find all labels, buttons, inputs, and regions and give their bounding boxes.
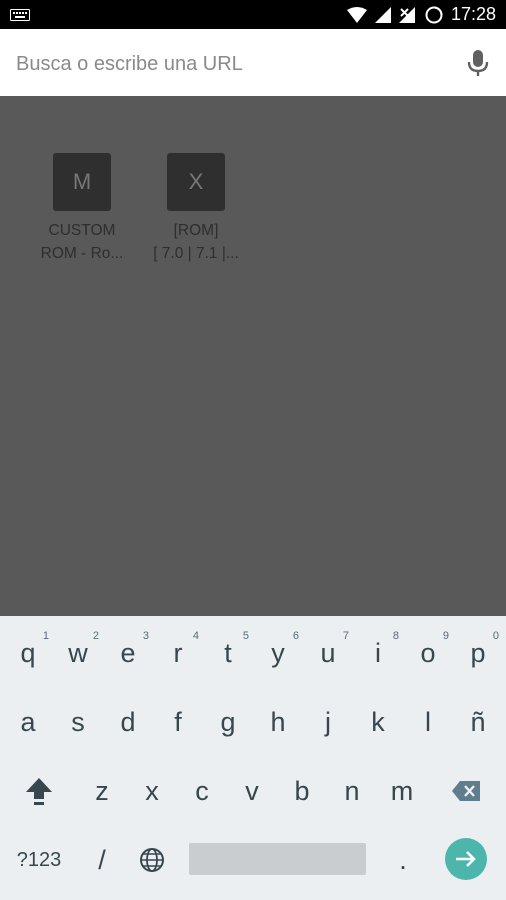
key-label: t — [224, 637, 232, 668]
most-visited-tile[interactable]: M CUSTOM ROM - Ro... — [27, 153, 137, 265]
key-label: i — [375, 637, 381, 668]
key-label: q — [20, 637, 36, 668]
key-n[interactable]: n — [327, 761, 377, 821]
key-d[interactable]: d — [103, 692, 153, 752]
symbols-key[interactable]: ?123 — [6, 830, 72, 890]
omnibox — [0, 29, 506, 96]
status-bar: 17:28 — [0, 0, 506, 29]
key-label: e — [120, 637, 136, 668]
key-hint: 8 — [392, 630, 399, 642]
shift-key[interactable] — [14, 761, 64, 821]
key-period[interactable]: . — [378, 830, 428, 890]
key-label: u — [320, 637, 336, 668]
key-hint: 1 — [42, 630, 49, 642]
spacebar[interactable] — [189, 843, 366, 875]
key-hint: 4 — [192, 630, 199, 642]
globe-icon — [140, 848, 164, 872]
key-r[interactable]: r4 — [153, 623, 203, 683]
key-j[interactable]: j — [303, 692, 353, 752]
key-z[interactable]: z — [77, 761, 127, 821]
url-search-input[interactable] — [14, 47, 448, 81]
key-label: o — [420, 637, 436, 668]
backspace-key[interactable] — [441, 761, 491, 821]
key-u[interactable]: u7 — [303, 623, 353, 683]
battery-charging-icon — [425, 6, 443, 23]
no-signal-icon — [398, 6, 415, 23]
wifi-icon — [346, 6, 367, 23]
tile-title: [ROM] [ 7.0 | 7.1 |... — [153, 222, 239, 262]
key-e[interactable]: e3 — [103, 623, 153, 683]
most-visited-tile[interactable]: X [ROM] [ 7.0 | 7.1 |... — [141, 153, 251, 265]
key-t[interactable]: t5 — [203, 623, 253, 683]
key-h[interactable]: h — [253, 692, 303, 752]
key-f[interactable]: f — [153, 692, 203, 752]
key-hint: 9 — [442, 630, 449, 642]
soft-keyboard: q1 w2 e3 r4 t5 y6 u7 i8 o9 p0 a s d f g … — [0, 616, 506, 900]
new-tab-content: M CUSTOM ROM - Ro... X [ROM] [ 7.0 | 7.1… — [0, 96, 506, 616]
key-s[interactable]: s — [53, 692, 103, 752]
key-slash[interactable]: / — [77, 830, 127, 890]
key-label: y — [271, 637, 285, 668]
backspace-icon — [452, 781, 480, 801]
key-w[interactable]: w2 — [53, 623, 103, 683]
shift-icon — [26, 778, 52, 805]
key-a[interactable]: a — [3, 692, 53, 752]
key-hint: 6 — [292, 630, 299, 642]
key-x[interactable]: x — [127, 761, 177, 821]
key-m[interactable]: m — [377, 761, 427, 821]
key-hint: 2 — [92, 630, 99, 642]
key-k[interactable]: k — [353, 692, 403, 752]
key-c[interactable]: c — [177, 761, 227, 821]
cell-signal-icon — [374, 6, 391, 23]
key-i[interactable]: i8 — [353, 623, 403, 683]
key-p[interactable]: p0 — [453, 623, 503, 683]
language-key[interactable] — [127, 830, 177, 890]
key-label: w — [68, 637, 88, 668]
key-g[interactable]: g — [203, 692, 253, 752]
key-n-tilde[interactable]: ñ — [453, 692, 503, 752]
key-hint: 5 — [242, 630, 249, 642]
key-b[interactable]: b — [277, 761, 327, 821]
key-hint: 0 — [492, 630, 499, 642]
key-y[interactable]: y6 — [253, 623, 303, 683]
tile-icon: X — [167, 153, 225, 211]
tile-title: CUSTOM ROM - Ro... — [40, 222, 124, 262]
mic-icon[interactable] — [466, 48, 490, 78]
key-q[interactable]: q1 — [3, 623, 53, 683]
key-label: p — [470, 637, 486, 668]
key-label: r — [173, 637, 183, 668]
clock: 17:28 — [450, 4, 496, 24]
enter-key[interactable] — [445, 838, 487, 880]
key-hint: 7 — [342, 630, 349, 642]
key-v[interactable]: v — [227, 761, 277, 821]
key-l[interactable]: l — [403, 692, 453, 752]
key-o[interactable]: o9 — [403, 623, 453, 683]
arrow-right-icon — [456, 851, 476, 867]
key-hint: 3 — [142, 630, 149, 642]
tile-icon: M — [53, 153, 111, 211]
keyboard-icon — [10, 9, 30, 21]
